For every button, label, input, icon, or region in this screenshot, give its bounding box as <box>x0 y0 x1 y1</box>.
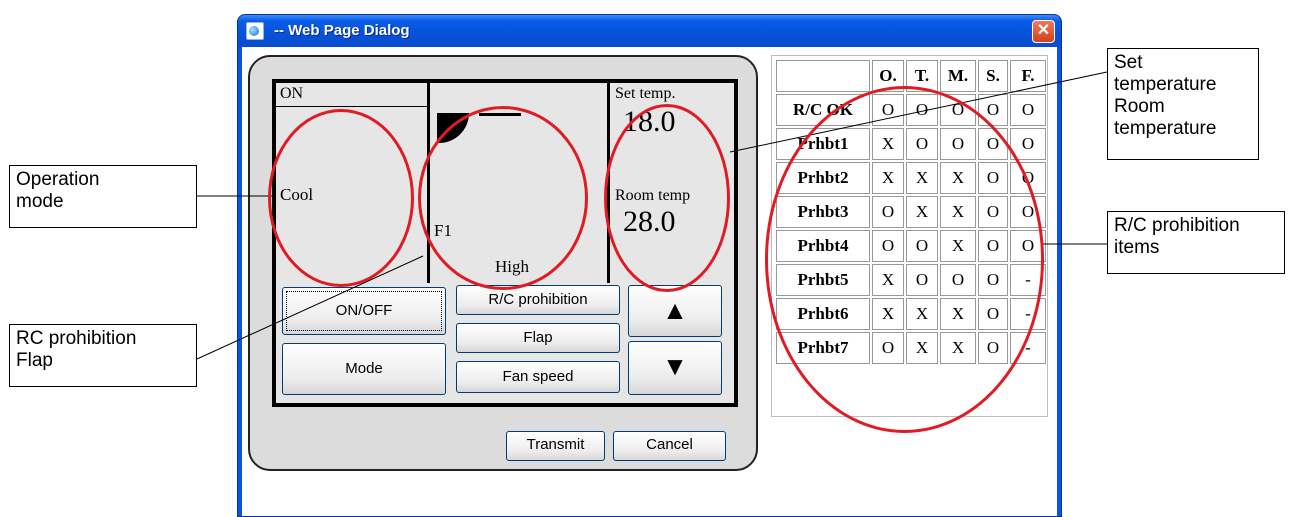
callout-rc-prohibition-items-text: R/C prohibition items <box>1114 215 1240 258</box>
callout-rc-prohibition-flap-text: RC prohibition Flap <box>16 328 137 371</box>
highlight-ellipse-prohibition-table <box>765 86 1044 433</box>
highlight-ellipse-operation-mode <box>268 109 414 287</box>
highlight-ellipse-temperature <box>604 104 730 292</box>
callout-operation-mode-text: Operation mode <box>16 169 100 212</box>
callout-operation-mode: Operation mode <box>9 165 197 228</box>
callout-rc-prohibition-items: R/C prohibition items <box>1107 211 1285 274</box>
callout-set-room-temperature-text: Set temperature Room temperature <box>1114 52 1217 139</box>
callout-rc-prohibition-flap: RC prohibition Flap <box>9 324 197 387</box>
highlight-ellipse-flap <box>418 106 588 290</box>
callout-set-room-temperature: Set temperature Room temperature <box>1107 48 1259 160</box>
